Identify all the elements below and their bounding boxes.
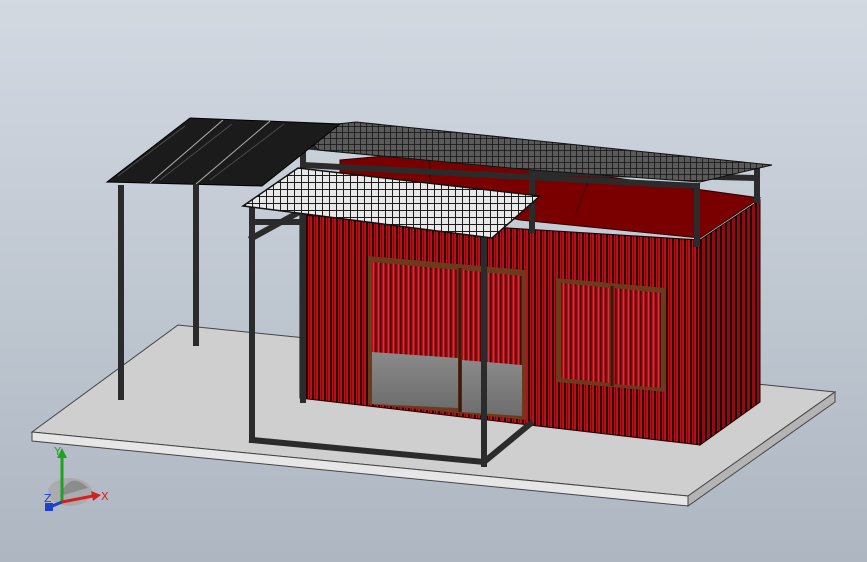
3d-model-scene[interactable]: Y X Z (0, 0, 867, 562)
x-axis-arrowhead (91, 491, 101, 501)
x-axis-label: X (101, 490, 109, 503)
coordinate-triad-icon[interactable]: Y X Z (44, 445, 109, 511)
sliding-door (368, 256, 526, 420)
cad-3d-viewport[interactable]: Y X Z (0, 0, 867, 562)
z-axis-label: Z (44, 492, 52, 505)
window (556, 278, 666, 392)
y-axis-label: Y (53, 445, 61, 458)
